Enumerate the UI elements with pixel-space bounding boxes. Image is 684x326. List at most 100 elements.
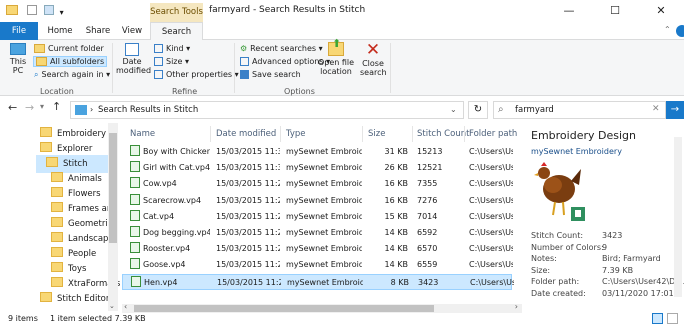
- scroll-left-icon[interactable]: ‹: [124, 302, 127, 311]
- chevron-down-icon[interactable]: ⌄: [450, 105, 457, 114]
- search-go-button[interactable]: →: [666, 101, 684, 119]
- table-row[interactable]: Cow.vp4 15/03/2015 11:26 mySewnet Embroid.…: [122, 176, 513, 192]
- clear-search-icon[interactable]: ✕: [652, 104, 660, 114]
- file-stitch-count-text: 7355: [417, 179, 438, 189]
- file-stitch-count-text: 7014: [417, 211, 438, 221]
- column-header-date-modified[interactable]: Date modified: [216, 129, 276, 139]
- large-icons-view-icon[interactable]: [667, 313, 678, 324]
- kind-button[interactable]: Kind ▾: [154, 44, 190, 53]
- table-row[interactable]: Girl with Cat.vp4 15/03/2015 11:31 mySewne…: [122, 160, 513, 176]
- tab-home[interactable]: Home: [40, 22, 80, 40]
- table-row[interactable]: Hen.vp4 15/03/2015 11:26 mySewnet Embroid.…: [122, 273, 514, 291]
- all-subfolders-button[interactable]: All subfolders: [33, 56, 108, 67]
- column-divider[interactable]: [280, 126, 281, 142]
- forward-arrow-icon[interactable]: →: [25, 101, 34, 114]
- recent-locations-icon[interactable]: ▾: [40, 102, 44, 111]
- column-divider[interactable]: [362, 126, 363, 142]
- column-header-type[interactable]: Type: [286, 129, 306, 139]
- file-type: mySewnet Embroid...: [286, 209, 362, 225]
- size-button[interactable]: Size ▾: [154, 57, 189, 66]
- column-header-size[interactable]: Size: [368, 129, 385, 139]
- file-folder-path: C:\Users\User: [470, 275, 514, 291]
- scroll-down-icon[interactable]: ⌄: [109, 302, 115, 310]
- table-row[interactable]: Boy with Chicken... 15/03/2015 11:31 mySew…: [122, 144, 513, 160]
- tab-view[interactable]: View: [116, 22, 148, 40]
- properties-icon[interactable]: [26, 5, 37, 15]
- file-name-text: Boy with Chicken...: [143, 147, 210, 156]
- size-icon: [154, 57, 163, 66]
- maximize-button[interactable]: ☐: [592, 0, 638, 22]
- minimize-button[interactable]: —: [546, 0, 592, 22]
- file-size-text: 14 KB: [384, 228, 408, 237]
- preview-scrollbar[interactable]: [674, 137, 682, 297]
- column-header-stitch-count[interactable]: Stitch Count: [417, 129, 469, 139]
- chevron-down-icon[interactable]: ▾: [60, 8, 64, 17]
- refresh-icon: ↻: [473, 104, 483, 115]
- tab-share[interactable]: Share: [82, 22, 114, 40]
- nav-item-label: Toys: [68, 264, 87, 274]
- this-pc-button[interactable]: This PC: [6, 43, 30, 75]
- collapse-ribbon-icon[interactable]: ⌃: [664, 25, 671, 34]
- breadcrumb-chevron-icon: ›: [90, 105, 94, 114]
- breadcrumb[interactable]: Search Results in Stitch: [98, 105, 198, 115]
- file-stitch-count: 6592: [417, 225, 463, 241]
- column-header-folder-path[interactable]: Folder path: [469, 129, 517, 139]
- refresh-button[interactable]: ↻: [468, 101, 488, 119]
- tab-search[interactable]: Search: [150, 22, 203, 41]
- recent-searches-button[interactable]: ⚙ Recent searches ▾: [240, 44, 323, 53]
- property-label: Date created:: [531, 288, 586, 298]
- details-view-icon[interactable]: [652, 313, 663, 324]
- table-row[interactable]: Cat.vp4 15/03/2015 11:26 mySewnet Embroid.…: [122, 209, 513, 225]
- up-arrow-icon[interactable]: ↑: [52, 100, 61, 113]
- nav-scrollbar[interactable]: ⌄: [108, 123, 118, 311]
- file-folder-path: C:\Users\User: [469, 241, 513, 257]
- file-stitch-count-text: 15213: [417, 147, 443, 156]
- file-name-text: Girl with Cat.vp4: [143, 163, 210, 173]
- close-search-button[interactable]: ✕ Close search: [360, 42, 387, 78]
- other-properties-label: Other properties: [166, 70, 233, 79]
- nav-scrollbar-thumb[interactable]: [109, 133, 117, 243]
- column-header-name[interactable]: Name: [130, 129, 155, 139]
- other-properties-button[interactable]: Other properties ▾: [154, 70, 239, 79]
- new-folder-icon[interactable]: [43, 5, 54, 15]
- save-search-button[interactable]: Save search: [240, 70, 301, 79]
- column-divider[interactable]: [210, 126, 211, 142]
- file-type-text: mySewnet Embroid...: [287, 277, 363, 287]
- property-label: Number of Colors:: [531, 242, 604, 252]
- table-row[interactable]: Rooster.vp4 15/03/2015 11:26 mySewnet Embr…: [122, 241, 513, 257]
- folder-icon: [40, 142, 52, 152]
- file-name: Goose.vp4: [130, 257, 210, 273]
- tab-file[interactable]: File: [0, 22, 38, 40]
- column-divider[interactable]: [412, 126, 413, 142]
- subfolders-icon: [36, 57, 47, 66]
- current-folder-button[interactable]: Current folder: [34, 44, 104, 53]
- save-search-label: Save search: [252, 70, 301, 79]
- scroll-right-icon[interactable]: ›: [515, 302, 518, 311]
- table-row[interactable]: Scarecrow.vp4 15/03/2015 11:26 mySewnet Em…: [122, 193, 513, 209]
- back-arrow-icon[interactable]: ←: [8, 101, 17, 114]
- file-folder-path-text: C:\Users\User: [469, 260, 513, 270]
- file-date-modified: 15/03/2015 11:26: [216, 225, 280, 241]
- file-name-text: Cat.vp4: [143, 211, 175, 221]
- date-modified-button[interactable]: Date modified: [116, 43, 151, 75]
- file-date-modified: 15/03/2015 11:26: [216, 257, 280, 273]
- address-bar[interactable]: › Search Results in Stitch ⌄: [70, 101, 464, 119]
- table-row[interactable]: Dog begging.vp4 15/03/2015 11:26 mySewnet …: [122, 225, 513, 241]
- preview-title: Embroidery Design: [531, 129, 636, 142]
- embroidery-file-icon: [130, 193, 140, 205]
- search-again-button[interactable]: ⌕ Search again in ▾: [34, 70, 110, 80]
- folder-icon: [51, 262, 63, 272]
- column-divider[interactable]: [464, 126, 465, 142]
- search-input[interactable]: ⌕ farmyard ✕: [493, 101, 666, 119]
- file-date-modified: 15/03/2015 11:26: [216, 241, 280, 257]
- nav-item[interactable]: Stitch Editor: [0, 290, 109, 308]
- folder-icon: [51, 202, 63, 212]
- folder-icon: [6, 5, 18, 15]
- open-file-location-button[interactable]: ⬆ Open file location: [316, 37, 356, 76]
- help-icon[interactable]: [676, 25, 684, 37]
- nav-item-label: Animals: [68, 174, 102, 184]
- file-folder-path-text: C:\Users\User: [469, 195, 513, 205]
- close-button[interactable]: ✕: [638, 0, 684, 22]
- folder-icon: [51, 277, 63, 287]
- table-row[interactable]: Goose.vp4 15/03/2015 11:26 mySewnet Embroi…: [122, 257, 513, 273]
